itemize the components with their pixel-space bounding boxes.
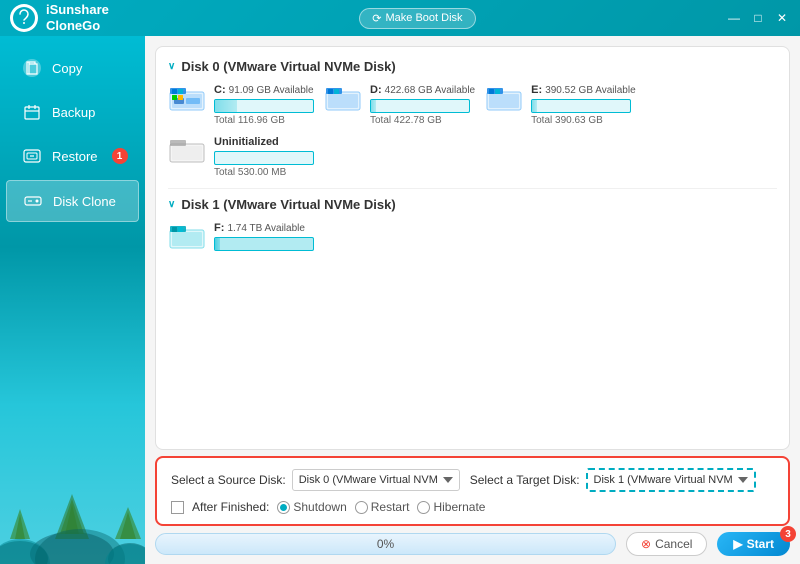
radio-hibernate[interactable]: Hibernate <box>417 500 485 514</box>
partition-c-fill <box>215 100 237 112</box>
disk-thumb-c <box>168 84 206 112</box>
target-field-group: Select a Target Disk: Disk 1 (VMware Vir… <box>470 468 756 492</box>
make-boot-button[interactable]: ⟳ Make Boot Disk <box>359 8 475 29</box>
partition-d: D: 422.68 GB Available Total 422.78 GB <box>324 84 475 126</box>
source-target-row: Select a Source Disk: Disk 0 (VMware Vir… <box>171 468 774 492</box>
main-layout: Copy Backup Restore <box>0 36 800 564</box>
disk-thumb-e <box>485 84 523 112</box>
disk-thumb-d <box>324 84 362 112</box>
step1-badge-container: 1 <box>112 148 128 164</box>
sidebar-item-restore[interactable]: Restore 1 <box>6 136 139 176</box>
partition-uninitialized: Uninitialized Total 530.00 MB <box>168 136 314 178</box>
progress-area: 0% ⊗ Cancel ▶ Start 3 <box>155 532 790 556</box>
collapse-arrow-icon[interactable]: ∨ <box>168 61 175 72</box>
step1-badge: 1 <box>112 148 128 164</box>
radio-shutdown-dot <box>277 501 290 514</box>
disk1-partitions: F: 1.74 TB Available <box>168 222 777 251</box>
partition-d-fill <box>371 100 376 112</box>
close-button[interactable]: ✕ <box>774 10 790 26</box>
disk0-partitions: C: 91.09 GB Available Total 116.96 GB <box>168 84 777 126</box>
partition-c-bar <box>214 99 314 113</box>
app-brand: iSunshare CloneGo <box>10 2 109 33</box>
start-play-icon: ▶ <box>733 537 742 551</box>
partition-f-fill <box>215 238 220 250</box>
sidebar-item-backup[interactable]: Backup <box>6 92 139 132</box>
progress-bar: 0% <box>155 533 616 555</box>
backup-icon <box>22 102 42 122</box>
partition-e-bar <box>531 99 631 113</box>
maximize-button[interactable]: □ <box>750 10 766 26</box>
sidebar-copy-label: Copy <box>52 61 82 76</box>
disk-clone-icon <box>23 191 43 211</box>
boot-disk-icon: ⟳ <box>372 12 381 25</box>
partition-e-label: E: 390.52 GB Available <box>531 84 636 96</box>
sidebar-item-copy[interactable]: Copy <box>6 48 139 88</box>
partition-f: F: 1.74 TB Available <box>168 222 314 251</box>
step3-badge: 3 <box>780 526 796 542</box>
progress-text: 0% <box>377 537 394 551</box>
uninit-bar <box>214 151 314 165</box>
sidebar-item-disk-clone[interactable]: Disk Clone <box>6 180 139 222</box>
content-area: ∨ Disk 0 (VMware Virtual NVMe Disk) <box>145 36 800 564</box>
partition-e-fill <box>532 100 537 112</box>
source-label: Select a Source Disk: <box>171 473 286 487</box>
disk-thumb-f <box>168 222 206 250</box>
after-finished-label: After Finished: <box>192 500 269 514</box>
partition-d-bar <box>370 99 470 113</box>
cancel-x-icon: ⊗ <box>641 537 651 551</box>
app-logo <box>10 4 38 32</box>
source-disk-select[interactable]: Disk 0 (VMware Virtual NVM <box>292 469 460 491</box>
partition-e-total: Total 390.63 GB <box>531 115 636 126</box>
restore-icon <box>22 146 42 166</box>
app-title: iSunshare <box>46 2 109 18</box>
disk-thumb-uninit <box>168 136 206 164</box>
target-disk-select[interactable]: Disk 1 (VMware Virtual NVM <box>586 468 756 492</box>
sidebar-diskclone-label: Disk Clone <box>53 194 116 209</box>
collapse-arrow-icon-1[interactable]: ∨ <box>168 199 175 210</box>
start-button[interactable]: ▶ Start 3 <box>717 532 790 556</box>
target-label: Select a Target Disk: <box>470 473 580 487</box>
sidebar: Copy Backup Restore <box>0 36 145 564</box>
uninit-total: Total 530.00 MB <box>214 167 314 178</box>
radio-restart-dot <box>355 501 368 514</box>
partition-e: E: 390.52 GB Available Total 390.63 GB <box>485 84 636 126</box>
window-controls: — □ ✕ <box>726 10 790 26</box>
title-bar: iSunshare CloneGo ⟳ Make Boot Disk — □ ✕ <box>0 0 800 36</box>
after-finished-checkbox[interactable] <box>171 501 184 514</box>
partition-f-bar <box>214 237 314 251</box>
disk0-header: ∨ Disk 0 (VMware Virtual NVMe Disk) <box>168 59 777 74</box>
after-finished-row: After Finished: Shutdown Restart Hiberna… <box>171 500 774 514</box>
title-bar-center: ⟳ Make Boot Disk <box>359 8 475 29</box>
disk-panel[interactable]: ∨ Disk 0 (VMware Virtual NVMe Disk) <box>155 46 790 450</box>
sidebar-backup-label: Backup <box>52 105 95 120</box>
uninitialized-row: Uninitialized Total 530.00 MB <box>168 136 777 178</box>
partition-f-label: F: 1.74 TB Available <box>214 222 314 234</box>
cancel-button[interactable]: ⊗ Cancel <box>626 532 707 556</box>
radio-restart[interactable]: Restart <box>355 500 410 514</box>
partition-d-total: Total 422.78 GB <box>370 115 475 126</box>
disk-divider <box>168 188 777 189</box>
partition-d-label: D: 422.68 GB Available <box>370 84 475 96</box>
partition-c: C: 91.09 GB Available Total 116.96 GB <box>168 84 314 126</box>
sidebar-restore-label: Restore <box>52 149 98 164</box>
partition-c-total: Total 116.96 GB <box>214 115 314 126</box>
app-subtitle: CloneGo <box>46 18 109 34</box>
radio-hibernate-dot <box>417 501 430 514</box>
partition-c-label: C: 91.09 GB Available <box>214 84 314 96</box>
radio-shutdown[interactable]: Shutdown <box>277 500 346 514</box>
source-field-group: Select a Source Disk: Disk 0 (VMware Vir… <box>171 469 460 491</box>
disk1-header: ∨ Disk 1 (VMware Virtual NVMe Disk) <box>168 197 777 212</box>
source-target-panel: Select a Source Disk: Disk 0 (VMware Vir… <box>155 456 790 526</box>
uninit-label: Uninitialized <box>214 136 314 148</box>
copy-icon <box>22 58 42 78</box>
minimize-button[interactable]: — <box>726 10 742 26</box>
